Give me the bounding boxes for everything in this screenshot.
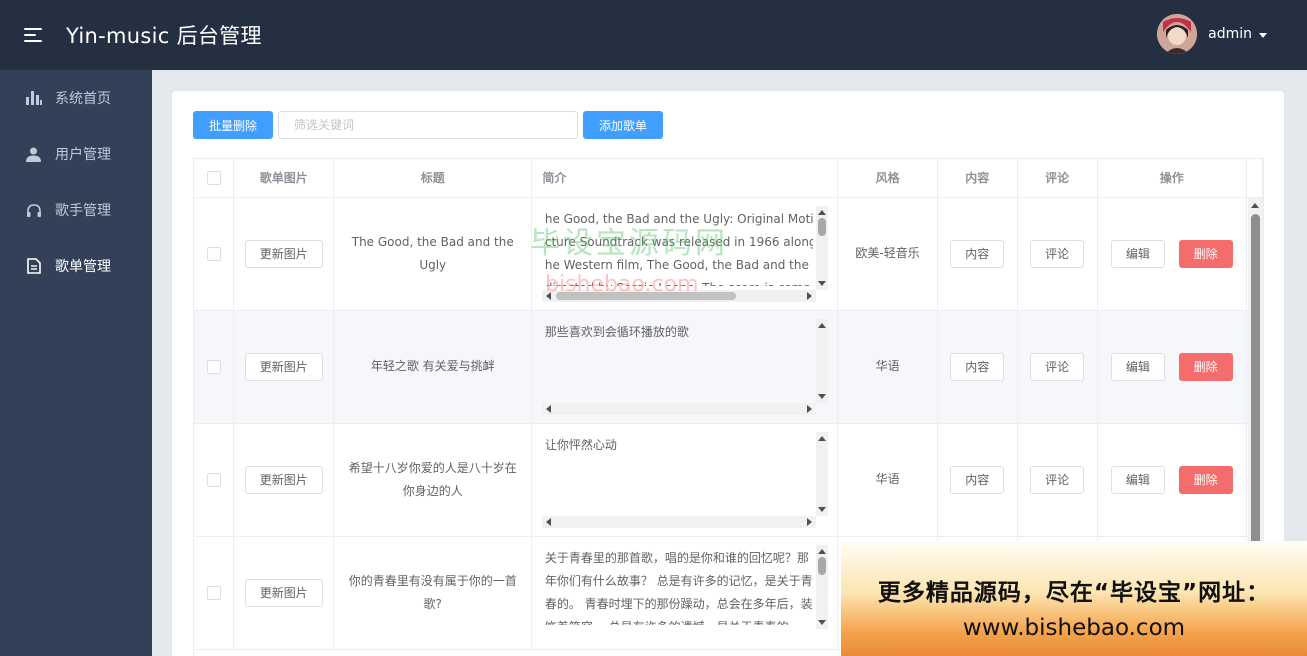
update-image-button[interactable]: 更新图片 xyxy=(244,239,323,268)
avatar-image xyxy=(1157,14,1198,54)
table-row: 更新图片 希望十八岁你爱的人是八十岁在你身边的人 让你怦然心动 华语 内容 评论… xyxy=(194,423,1263,537)
playlist-title: 年轻之歌 有关爱与挑衅 xyxy=(333,310,533,424)
sidebar: 系统首页 用户管理 歌手管理 歌单管理 xyxy=(0,70,152,656)
intro-textarea[interactable]: he Good, the Bad and the Ugly: Original … xyxy=(541,205,828,302)
add-playlist-button[interactable]: 添加歌单 xyxy=(583,111,664,139)
sidebar-item-playlists[interactable]: 歌单管理 xyxy=(0,238,152,294)
sidebar-item-label: 歌手管理 xyxy=(55,203,111,219)
playlist-style: 华语 xyxy=(837,310,938,424)
table-row: 更新图片 年轻之歌 有关爱与挑衅 那些喜欢到会循环播放的歌 华语 内容 评论 编… xyxy=(194,310,1263,424)
document-icon xyxy=(25,258,42,275)
sidebar-item-label: 歌单管理 xyxy=(55,259,111,275)
intro-text: 让你怦然心动 xyxy=(544,437,617,452)
column-header: 标题 xyxy=(333,159,533,198)
hamburger-icon xyxy=(24,28,42,42)
intro-textarea[interactable]: 关于青春里的那首歌，唱的是你和谁的回忆呢？那 年你们有什么故事？ 总是有许多的记… xyxy=(541,544,828,641)
column-header: 内容 xyxy=(937,159,1018,198)
table-header-row: 歌单图片 标题 简介 风格 内容 评论 操作 xyxy=(194,159,1263,198)
column-header: 评论 xyxy=(1017,159,1098,198)
intro-vertical-scrollbar[interactable] xyxy=(815,544,828,629)
delete-button[interactable]: 删除 xyxy=(1178,239,1233,268)
search-input[interactable] xyxy=(278,111,579,139)
comment-button[interactable]: 评论 xyxy=(1030,239,1085,268)
column-header: 歌单图片 xyxy=(233,159,335,198)
intro-text: he Good, the Bad and the Ugly: Original … xyxy=(544,211,813,286)
row-checkbox[interactable] xyxy=(206,585,221,600)
content-button[interactable]: 内容 xyxy=(950,465,1005,494)
intro-text: 关于青春里的那首歌，唱的是你和谁的回忆呢？那 年你们有什么故事？ 总是有许多的记… xyxy=(544,550,813,625)
column-header: 简介 xyxy=(531,159,839,198)
sidebar-item-singers[interactable]: 歌手管理 xyxy=(0,182,152,238)
toolbar: 批量删除 添加歌单 xyxy=(193,111,664,139)
ad-banner[interactable]: 更多精品源码，尽在“毕设宝”网址： www.bishebao.com xyxy=(841,541,1307,656)
batch-delete-button[interactable]: 批量删除 xyxy=(193,111,274,139)
row-checkbox[interactable] xyxy=(206,359,221,374)
intro-horizontal-scrollbar[interactable] xyxy=(541,289,816,302)
table-row: 更新图片 The Good, the Bad and the Ugly he G… xyxy=(194,197,1263,311)
delete-button[interactable]: 删除 xyxy=(1178,352,1233,381)
playlist-title: 希望十八岁你爱的人是八十岁在你身边的人 xyxy=(333,423,533,537)
playlist-title: The Good, the Bad and the Ugly xyxy=(333,197,533,311)
edit-button[interactable]: 编辑 xyxy=(1110,352,1165,381)
update-image-button[interactable]: 更新图片 xyxy=(244,578,323,607)
update-image-button[interactable]: 更新图片 xyxy=(244,352,323,381)
user-name[interactable]: admin xyxy=(1208,26,1252,42)
user-menu[interactable]: admin xyxy=(1157,14,1267,54)
intro-horizontal-scrollbar[interactable] xyxy=(541,515,816,528)
intro-textarea[interactable]: 那些喜欢到会循环播放的歌 xyxy=(541,318,828,415)
select-all-header[interactable] xyxy=(194,159,235,198)
intro-vertical-scrollbar[interactable] xyxy=(815,431,828,516)
column-header: 风格 xyxy=(837,159,938,198)
comment-button[interactable]: 评论 xyxy=(1030,352,1085,381)
caret-down-icon[interactable] xyxy=(1259,32,1267,38)
row-checkbox[interactable] xyxy=(206,246,221,261)
comment-button[interactable]: 评论 xyxy=(1030,465,1085,494)
sidebar-item-users[interactable]: 用户管理 xyxy=(0,126,152,182)
gutter xyxy=(1246,159,1263,198)
app-title: Yin-music 后台管理 xyxy=(66,24,262,48)
sidebar-item-label: 系统首页 xyxy=(55,91,111,107)
content-button[interactable]: 内容 xyxy=(950,239,1005,268)
intro-text: 那些喜欢到会循环播放的歌 xyxy=(544,324,689,339)
row-checkbox[interactable] xyxy=(206,472,221,487)
playlist-style: 华语 xyxy=(837,423,938,537)
menu-toggle-button[interactable] xyxy=(0,0,66,70)
update-image-button[interactable]: 更新图片 xyxy=(244,465,323,494)
intro-textarea[interactable]: 让你怦然心动 xyxy=(541,431,828,528)
column-header: 操作 xyxy=(1097,159,1248,198)
intro-vertical-scrollbar[interactable] xyxy=(815,318,828,403)
sidebar-item-dashboard[interactable]: 系统首页 xyxy=(0,70,152,126)
delete-button[interactable]: 删除 xyxy=(1178,465,1233,494)
avatar[interactable] xyxy=(1157,14,1198,54)
top-header: Yin-music 后台管理 admin xyxy=(0,0,1307,70)
bar-chart-icon xyxy=(25,90,42,107)
sidebar-item-label: 用户管理 xyxy=(55,147,111,163)
headphones-icon xyxy=(25,202,42,219)
playlist-style: 欧美-轻音乐 xyxy=(837,197,938,311)
intro-vertical-scrollbar[interactable] xyxy=(815,205,828,290)
ad-line-2: www.bishebao.com xyxy=(962,615,1186,641)
user-icon xyxy=(25,146,42,163)
intro-horizontal-scrollbar[interactable] xyxy=(541,402,816,415)
content-button[interactable]: 内容 xyxy=(950,352,1005,381)
ad-line-1: 更多精品源码，尽在“毕设宝”网址： xyxy=(877,580,1271,606)
playlist-title: 你的青春里有没有属于你的一首歌? xyxy=(333,536,533,650)
edit-button[interactable]: 编辑 xyxy=(1110,239,1165,268)
edit-button[interactable]: 编辑 xyxy=(1110,465,1165,494)
select-all-checkbox[interactable] xyxy=(206,171,221,185)
